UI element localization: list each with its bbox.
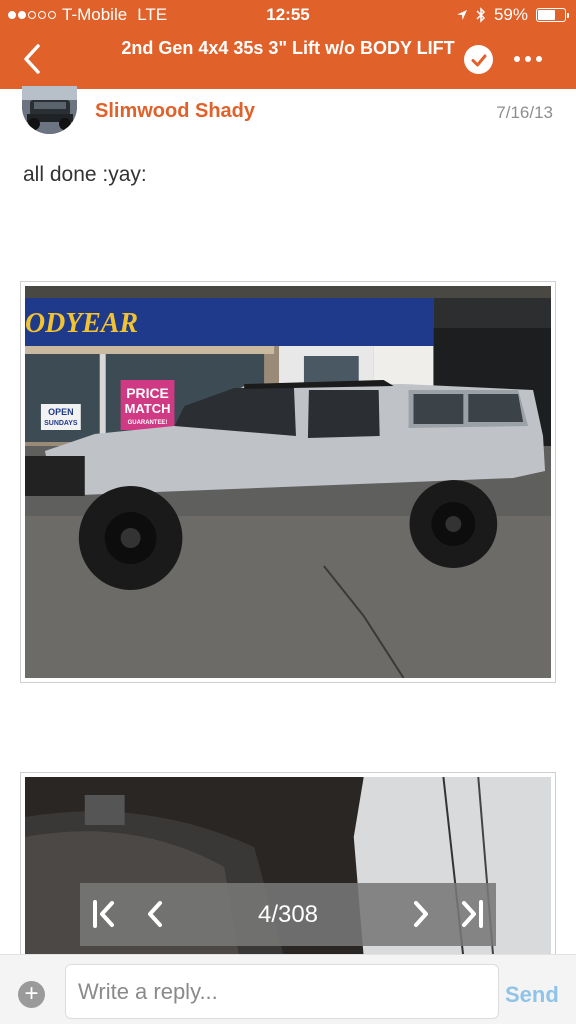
truck-photo: ODYEAR PRICE MATCH GUARANTEE! OPEN SUNDA… <box>25 286 551 678</box>
post-body: all done :yay: <box>23 163 147 186</box>
battery-percent: 59% <box>493 5 528 24</box>
status-bar: T-Mobile LTE 12:55 59% <box>0 0 576 30</box>
last-page-button[interactable] <box>456 899 486 929</box>
ellipsis-icon <box>514 56 520 62</box>
thread-title: 2nd Gen 4x4 35s 3" Lift w/o BODY LIFT <box>121 38 455 58</box>
battery-fill <box>538 10 555 20</box>
plus-icon: + <box>24 980 39 1007</box>
open-sign-line2: SUNDAYS <box>44 420 78 427</box>
attach-button[interactable]: + <box>18 981 45 1008</box>
reply-bar: + Send <box>0 954 576 1024</box>
next-page-button[interactable] <box>406 899 436 929</box>
location-arrow-icon <box>456 10 467 20</box>
send-button[interactable]: Send <box>505 982 559 1008</box>
post-image-1[interactable]: ODYEAR PRICE MATCH GUARANTEE! OPEN SUNDA… <box>20 281 556 683</box>
last-page-icon <box>462 900 483 928</box>
chevron-left-icon <box>24 44 40 74</box>
price-sign-line2: MATCH <box>125 401 171 416</box>
truck-avatar-image <box>22 86 77 134</box>
checkmark-button[interactable] <box>464 45 493 74</box>
checkmark-icon <box>471 54 486 66</box>
back-button[interactable] <box>18 40 48 78</box>
bluetooth-icon <box>476 7 486 23</box>
page-navigator: 4/308 <box>80 883 496 946</box>
reply-input[interactable] <box>65 964 499 1019</box>
more-options-button[interactable] <box>514 56 542 62</box>
author-avatar[interactable] <box>22 86 77 134</box>
store-sign: ODYEAR <box>25 308 138 339</box>
status-right: 59% <box>456 5 569 25</box>
post-date: 7/16/13 <box>496 103 553 122</box>
author-name[interactable]: Slimwood Shady <box>95 100 255 123</box>
battery-icon <box>536 8 569 22</box>
next-page-icon <box>414 901 428 927</box>
app-header: T-Mobile LTE 12:55 59% 2nd Gen 4x4 35s 3… <box>0 0 576 89</box>
price-sign-line1: PRICE <box>126 385 169 401</box>
open-sign-line1: OPEN <box>48 407 73 417</box>
price-sign-line3: GUARANTEE! <box>128 420 168 426</box>
